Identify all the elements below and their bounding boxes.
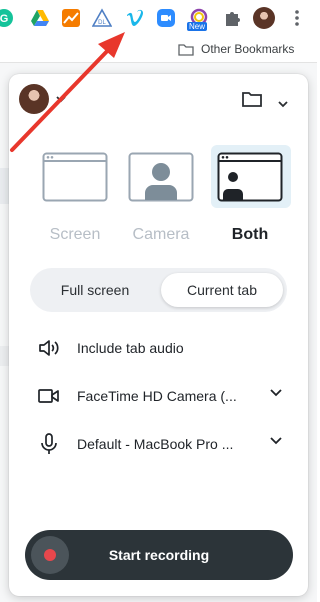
camera-mode-icon [128, 152, 194, 202]
mode-both[interactable]: Both [210, 145, 291, 252]
option-label: FaceTime HD Camera (... [77, 388, 237, 404]
current-tab-option[interactable]: Current tab [161, 273, 283, 307]
folder-icon [178, 43, 194, 56]
avatar [19, 84, 49, 114]
zoom-icon[interactable] [156, 8, 176, 28]
profile-avatar-icon[interactable] [253, 7, 275, 29]
chevron-down-icon [56, 96, 66, 103]
account-switcher[interactable] [19, 84, 67, 114]
puzzle-icon[interactable] [222, 8, 242, 28]
chevron-down-icon [270, 389, 282, 397]
mode-screen[interactable]: Screen [35, 152, 115, 252]
other-bookmarks-folder[interactable]: Other Bookmarks [178, 39, 294, 59]
capture-scope-toggle: Full screen Current tab [30, 268, 287, 312]
mode-camera[interactable]: Camera [121, 152, 201, 252]
option-label: Include tab audio [77, 340, 184, 356]
grammarly-icon[interactable]: G [0, 8, 14, 28]
start-recording-button[interactable]: Start recording [25, 530, 293, 580]
mode-label: Camera [132, 226, 190, 243]
mode-label: Both [231, 226, 269, 243]
chevron-down-icon[interactable] [277, 95, 289, 113]
video-camera-icon [37, 384, 61, 408]
google-drive-icon[interactable] [30, 8, 50, 28]
more-vertical-icon[interactable] [287, 8, 307, 28]
svg-text:DL: DL [98, 20, 106, 26]
start-recording-label: Start recording [108, 547, 210, 563]
browser-toolbar: G DL New [0, 0, 317, 36]
microphone-icon [37, 432, 61, 456]
camera-select[interactable]: FaceTime HD Camera (... [37, 384, 287, 408]
triangle-extension-icon[interactable]: DL [91, 8, 113, 28]
bookmarks-bar: Other Bookmarks [0, 36, 317, 63]
new-badge: New [187, 22, 208, 31]
screen-mode-icon [42, 152, 108, 202]
analytics-icon[interactable] [61, 8, 81, 28]
recorder-popup: Screen Camera Both Full screen Current t… [9, 74, 308, 596]
mode-selector: Screen Camera Both [35, 145, 295, 252]
vimeo-icon[interactable] [125, 8, 145, 28]
option-label: Default - MacBook Pro ... [77, 436, 234, 452]
folder-icon[interactable] [241, 90, 263, 113]
full-screen-option[interactable]: Full screen [34, 273, 156, 307]
microphone-select[interactable]: Default - MacBook Pro ... [37, 432, 287, 456]
speaker-icon [37, 336, 61, 360]
new-extension-icon[interactable]: New [187, 8, 211, 31]
chevron-down-icon [270, 437, 282, 445]
include-tab-audio-toggle[interactable]: Include tab audio [37, 336, 287, 360]
svg-text:G: G [0, 13, 8, 25]
other-bookmarks-label: Other Bookmarks [201, 42, 295, 56]
both-mode-icon [217, 152, 283, 202]
mode-label: Screen [49, 226, 101, 243]
